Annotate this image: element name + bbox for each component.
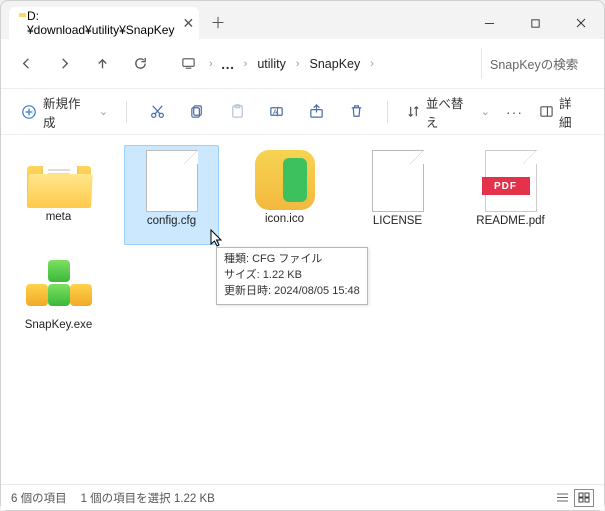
up-button[interactable] bbox=[85, 47, 119, 81]
forward-button[interactable] bbox=[47, 47, 81, 81]
folder-icon bbox=[27, 158, 91, 208]
file-icon bbox=[146, 150, 198, 212]
titlebar: D:¥download¥utility¥SnapKey ✕ ＋ bbox=[1, 1, 604, 39]
tooltip-type: 種類: CFG ファイル bbox=[224, 252, 360, 268]
tooltip-date: 更新日時: 2024/08/05 15:48 bbox=[224, 284, 360, 300]
chevron-right-icon: › bbox=[370, 58, 374, 70]
back-button[interactable] bbox=[9, 47, 43, 81]
file-icon bbox=[372, 150, 424, 212]
file-label: README.pdf bbox=[474, 215, 546, 229]
close-window-button[interactable] bbox=[558, 7, 604, 39]
cut-button[interactable] bbox=[139, 96, 175, 128]
tab-title: D:¥download¥utility¥SnapKey bbox=[27, 9, 174, 37]
new-tab-button[interactable]: ＋ bbox=[203, 7, 233, 37]
status-bar: 6 個の項目 1 個の項目を選択 1.22 KB bbox=[1, 484, 604, 510]
refresh-button[interactable] bbox=[123, 47, 157, 81]
chevron-down-icon: ⌄ bbox=[481, 105, 490, 118]
file-label: meta bbox=[44, 211, 74, 225]
command-bar: 新規作成 ⌄ A 並べ替え ⌄ ··· 詳細 bbox=[1, 89, 604, 135]
sort-label: 並べ替え bbox=[426, 93, 476, 131]
delete-button[interactable] bbox=[339, 96, 375, 128]
file-item-icon[interactable]: icon.ico bbox=[237, 145, 332, 245]
file-label: config.cfg bbox=[145, 215, 198, 229]
breadcrumb-overflow[interactable]: … bbox=[217, 56, 240, 72]
tab-current[interactable]: D:¥download¥utility¥SnapKey ✕ bbox=[9, 7, 199, 39]
sort-button[interactable]: 並べ替え ⌄ bbox=[400, 89, 496, 135]
chevron-right-icon: › bbox=[296, 58, 300, 70]
breadcrumb-snapkey[interactable]: SnapKey bbox=[304, 53, 367, 75]
file-label: SnapKey.exe bbox=[23, 319, 95, 333]
view-details-button[interactable] bbox=[552, 489, 572, 507]
file-pane[interactable]: meta config.cfg icon.ico LICENSE PDF REA… bbox=[1, 135, 604, 484]
file-item-snapkey[interactable]: SnapKey.exe bbox=[11, 251, 106, 351]
close-tab-icon[interactable]: ✕ bbox=[182, 15, 194, 32]
exe-icon bbox=[28, 260, 90, 316]
tooltip-size: サイズ: 1.22 KB bbox=[224, 268, 360, 284]
search-input[interactable]: SnapKeyの検索 bbox=[481, 48, 596, 79]
file-item-readme[interactable]: PDF README.pdf bbox=[463, 145, 558, 245]
details-pane-button[interactable]: 詳細 bbox=[533, 89, 590, 135]
chevron-down-icon: ⌄ bbox=[99, 105, 108, 118]
new-item-label: 新規作成 bbox=[43, 93, 93, 131]
status-selection: 1 個の項目を選択 1.22 KB bbox=[81, 490, 215, 506]
pc-icon[interactable] bbox=[171, 47, 205, 81]
ico-icon bbox=[255, 150, 315, 210]
view-icons-button[interactable] bbox=[574, 489, 594, 507]
file-item-license[interactable]: LICENSE bbox=[350, 145, 445, 245]
maximize-button[interactable] bbox=[512, 7, 558, 39]
share-button[interactable] bbox=[299, 96, 335, 128]
navigation-bar: › … › utility › SnapKey › SnapKeyの検索 bbox=[1, 39, 604, 89]
breadcrumb-utility[interactable]: utility bbox=[251, 53, 291, 75]
copy-button[interactable] bbox=[179, 96, 215, 128]
file-label: icon.ico bbox=[263, 213, 306, 227]
chevron-right-icon: › bbox=[209, 58, 213, 70]
status-item-count: 6 個の項目 bbox=[11, 490, 67, 506]
paste-button[interactable] bbox=[219, 96, 255, 128]
file-item-folder[interactable]: meta bbox=[11, 145, 106, 245]
file-label: LICENSE bbox=[371, 215, 424, 229]
rename-button[interactable]: A bbox=[259, 96, 295, 128]
more-button[interactable]: ··· bbox=[500, 100, 529, 124]
file-tooltip: 種類: CFG ファイル サイズ: 1.22 KB 更新日時: 2024/08/… bbox=[216, 247, 368, 305]
new-item-button[interactable]: 新規作成 ⌄ bbox=[15, 89, 114, 135]
details-label: 詳細 bbox=[559, 93, 584, 131]
minimize-button[interactable] bbox=[466, 7, 512, 39]
pdf-badge: PDF bbox=[482, 177, 530, 195]
chevron-right-icon: › bbox=[244, 58, 248, 70]
file-item-config[interactable]: config.cfg bbox=[124, 145, 219, 245]
pdf-icon: PDF bbox=[485, 150, 537, 212]
